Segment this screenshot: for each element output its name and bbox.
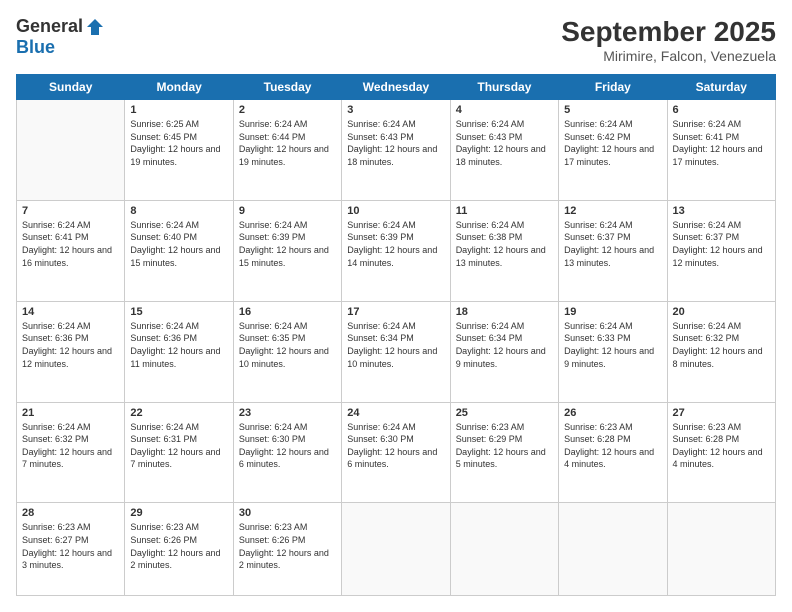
table-row: 21 Sunrise: 6:24 AMSunset: 6:32 PMDaylig…	[17, 402, 125, 503]
col-sunday: Sunday	[17, 75, 125, 100]
table-row: 7 Sunrise: 6:24 AMSunset: 6:41 PMDayligh…	[17, 200, 125, 301]
table-row: 25 Sunrise: 6:23 AMSunset: 6:29 PMDaylig…	[450, 402, 558, 503]
table-row: 27 Sunrise: 6:23 AMSunset: 6:28 PMDaylig…	[667, 402, 775, 503]
table-row: 10 Sunrise: 6:24 AMSunset: 6:39 PMDaylig…	[342, 200, 450, 301]
table-row: 9 Sunrise: 6:24 AMSunset: 6:39 PMDayligh…	[233, 200, 341, 301]
col-monday: Monday	[125, 75, 233, 100]
table-row: 19 Sunrise: 6:24 AMSunset: 6:33 PMDaylig…	[559, 301, 667, 402]
table-row	[559, 503, 667, 596]
table-row	[342, 503, 450, 596]
logo-general-text: General	[16, 16, 83, 37]
table-row: 24 Sunrise: 6:24 AMSunset: 6:30 PMDaylig…	[342, 402, 450, 503]
table-row: 30 Sunrise: 6:23 AMSunset: 6:26 PMDaylig…	[233, 503, 341, 596]
location-subtitle: Mirimire, Falcon, Venezuela	[561, 48, 776, 64]
table-row: 26 Sunrise: 6:23 AMSunset: 6:28 PMDaylig…	[559, 402, 667, 503]
table-row: 20 Sunrise: 6:24 AMSunset: 6:32 PMDaylig…	[667, 301, 775, 402]
table-row: 4 Sunrise: 6:24 AMSunset: 6:43 PMDayligh…	[450, 100, 558, 201]
logo-blue-text: Blue	[16, 37, 55, 58]
col-friday: Friday	[559, 75, 667, 100]
table-row: 23 Sunrise: 6:24 AMSunset: 6:30 PMDaylig…	[233, 402, 341, 503]
table-row: 18 Sunrise: 6:24 AMSunset: 6:34 PMDaylig…	[450, 301, 558, 402]
table-row	[17, 100, 125, 201]
table-row	[667, 503, 775, 596]
col-tuesday: Tuesday	[233, 75, 341, 100]
table-row: 8 Sunrise: 6:24 AMSunset: 6:40 PMDayligh…	[125, 200, 233, 301]
table-row: 2 Sunrise: 6:24 AMSunset: 6:44 PMDayligh…	[233, 100, 341, 201]
table-row: 14 Sunrise: 6:24 AMSunset: 6:36 PMDaylig…	[17, 301, 125, 402]
table-row: 13 Sunrise: 6:24 AMSunset: 6:37 PMDaylig…	[667, 200, 775, 301]
table-row: 22 Sunrise: 6:24 AMSunset: 6:31 PMDaylig…	[125, 402, 233, 503]
table-row	[450, 503, 558, 596]
calendar-header-row: Sunday Monday Tuesday Wednesday Thursday…	[17, 75, 776, 100]
col-wednesday: Wednesday	[342, 75, 450, 100]
table-row: 11 Sunrise: 6:24 AMSunset: 6:38 PMDaylig…	[450, 200, 558, 301]
table-row: 3 Sunrise: 6:24 AMSunset: 6:43 PMDayligh…	[342, 100, 450, 201]
table-row: 1 Sunrise: 6:25 AMSunset: 6:45 PMDayligh…	[125, 100, 233, 201]
logo-icon	[85, 17, 105, 37]
table-row: 28 Sunrise: 6:23 AMSunset: 6:27 PMDaylig…	[17, 503, 125, 596]
col-saturday: Saturday	[667, 75, 775, 100]
table-row: 15 Sunrise: 6:24 AMSunset: 6:36 PMDaylig…	[125, 301, 233, 402]
month-title: September 2025	[561, 16, 776, 48]
table-row: 12 Sunrise: 6:24 AMSunset: 6:37 PMDaylig…	[559, 200, 667, 301]
table-row: 17 Sunrise: 6:24 AMSunset: 6:34 PMDaylig…	[342, 301, 450, 402]
table-row: 5 Sunrise: 6:24 AMSunset: 6:42 PMDayligh…	[559, 100, 667, 201]
col-thursday: Thursday	[450, 75, 558, 100]
page: General Blue September 2025 Mirimire, Fa…	[0, 0, 792, 612]
table-row: 29 Sunrise: 6:23 AMSunset: 6:26 PMDaylig…	[125, 503, 233, 596]
calendar-table: Sunday Monday Tuesday Wednesday Thursday…	[16, 74, 776, 596]
table-row: 16 Sunrise: 6:24 AMSunset: 6:35 PMDaylig…	[233, 301, 341, 402]
logo: General Blue	[16, 16, 105, 58]
header: General Blue September 2025 Mirimire, Fa…	[16, 16, 776, 64]
table-row: 6 Sunrise: 6:24 AMSunset: 6:41 PMDayligh…	[667, 100, 775, 201]
title-block: September 2025 Mirimire, Falcon, Venezue…	[561, 16, 776, 64]
